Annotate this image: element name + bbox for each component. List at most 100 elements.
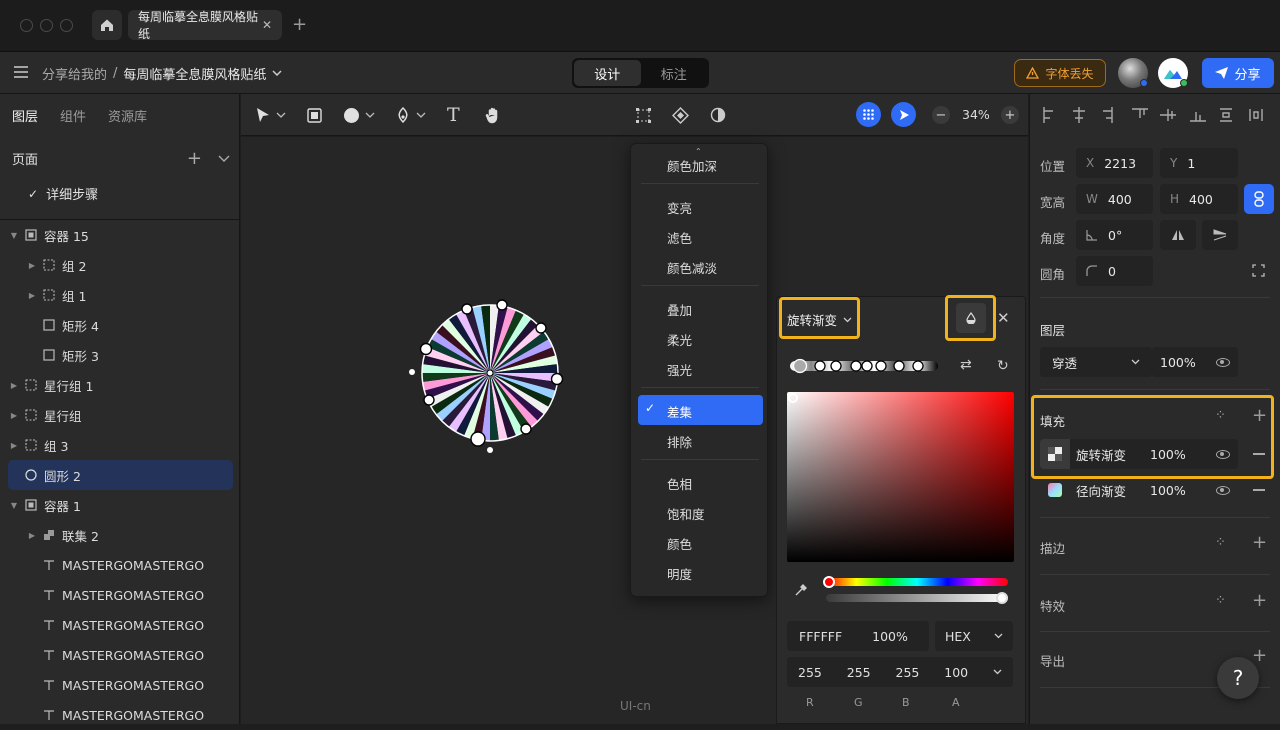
height-value[interactable]: 400 bbox=[1189, 192, 1213, 207]
close-window-icon[interactable] bbox=[20, 19, 33, 32]
layer-row[interactable]: ▶ 星行组 bbox=[0, 400, 240, 430]
constrain-proportions-button[interactable] bbox=[1244, 184, 1274, 214]
document-tab[interactable]: 每周临摹全息膜风格贴纸 ✕ bbox=[128, 10, 282, 41]
swap-stops-icon[interactable]: ⇄ bbox=[960, 357, 972, 373]
remove-fill-icon[interactable] bbox=[1253, 489, 1265, 491]
g-value[interactable]: 255 bbox=[847, 665, 871, 680]
y-value[interactable]: 1 bbox=[1187, 156, 1195, 171]
fill-row[interactable]: 旋转渐变 100% bbox=[1040, 439, 1238, 469]
tab-design[interactable]: 设计 bbox=[574, 60, 641, 86]
layer-row[interactable]: 圆形 2 bbox=[8, 460, 233, 490]
mask-icon[interactable] bbox=[710, 104, 726, 126]
eyedropper-icon[interactable] bbox=[794, 583, 808, 597]
blend-option[interactable]: 柔光 bbox=[667, 330, 692, 349]
font-missing-button[interactable]: 字体丢失 bbox=[1014, 59, 1106, 87]
eye-icon[interactable] bbox=[1216, 358, 1230, 367]
minimize-window-icon[interactable] bbox=[40, 19, 53, 32]
layer-row[interactable]: 矩形 3 bbox=[0, 340, 240, 370]
layer-opacity-value[interactable]: 100% bbox=[1160, 355, 1196, 370]
layer-row[interactable]: ▶ 组 3 bbox=[0, 430, 240, 460]
chevron-down-icon[interactable] bbox=[276, 112, 286, 118]
add-effect-icon[interactable]: + bbox=[1252, 590, 1267, 611]
layer-row[interactable]: MASTERGOMASTERGO bbox=[0, 700, 240, 730]
fill-swatch[interactable] bbox=[1048, 483, 1062, 497]
zoom-in-button[interactable]: + bbox=[1001, 106, 1019, 124]
fill-swatch[interactable] bbox=[1040, 439, 1070, 469]
blend-option[interactable]: 颜色 bbox=[667, 534, 692, 553]
chevron-down-icon[interactable] bbox=[365, 112, 375, 118]
page-item[interactable]: ✓ 详细步骤 bbox=[28, 184, 98, 204]
rotate-gradient-icon[interactable]: ↻ bbox=[997, 358, 1009, 374]
blend-option[interactable]: 色相 bbox=[667, 474, 692, 493]
blend-option-selected[interactable] bbox=[638, 395, 763, 425]
tab-annotate[interactable]: 标注 bbox=[641, 60, 708, 86]
remove-fill-icon[interactable] bbox=[1253, 453, 1265, 455]
blend-option[interactable]: 滤色 bbox=[667, 228, 692, 247]
selected-circle-shape[interactable] bbox=[405, 296, 570, 461]
corner-radius-value[interactable]: 0 bbox=[1108, 264, 1116, 279]
hand-tool-icon[interactable] bbox=[485, 104, 501, 126]
gradient-type-select[interactable]: 旋转渐变 bbox=[787, 310, 852, 329]
help-button[interactable]: ? bbox=[1217, 657, 1259, 699]
a-value[interactable]: 100 bbox=[944, 665, 968, 680]
component-icon[interactable] bbox=[672, 104, 689, 126]
blend-option[interactable]: 明度 bbox=[667, 564, 692, 583]
hex-value[interactable]: FFFFFF bbox=[799, 629, 842, 644]
breadcrumb-document[interactable]: 每周临摹全息膜风格贴纸 bbox=[123, 64, 266, 83]
align-toolbar[interactable] bbox=[1040, 106, 1272, 124]
shape-tool[interactable] bbox=[344, 104, 375, 126]
add-stroke-icon[interactable]: + bbox=[1252, 532, 1267, 553]
alpha-slider-handle[interactable] bbox=[996, 592, 1008, 604]
tab-layers[interactable]: 图层 bbox=[12, 106, 38, 125]
b-value[interactable]: 255 bbox=[896, 665, 920, 680]
expand-right-icon[interactable]: ▶ bbox=[8, 381, 20, 390]
y-field[interactable]: Y1 bbox=[1160, 148, 1238, 178]
collapse-pages-icon[interactable] bbox=[218, 155, 230, 162]
fill-styles-icon[interactable]: ⁘ bbox=[1215, 408, 1226, 423]
chevron-down-icon[interactable] bbox=[993, 669, 1002, 675]
x-field[interactable]: X 2213 bbox=[1076, 148, 1153, 178]
expand-down-icon[interactable]: ▼ bbox=[8, 501, 20, 510]
scroll-up-icon[interactable]: ⌃ bbox=[695, 147, 702, 156]
layer-row[interactable]: 矩形 4 bbox=[0, 310, 240, 340]
expand-right-icon[interactable]: ▶ bbox=[26, 531, 38, 540]
independent-corners-icon[interactable] bbox=[1252, 264, 1265, 277]
fill-opacity[interactable]: 100% bbox=[1150, 447, 1186, 462]
blend-option[interactable]: 差集 bbox=[667, 402, 692, 421]
pen-tool[interactable] bbox=[396, 104, 426, 126]
width-value[interactable]: 400 bbox=[1108, 192, 1132, 207]
hue-slider[interactable] bbox=[826, 578, 1008, 586]
opacity-value[interactable]: 100% bbox=[872, 629, 908, 644]
gradient-stops[interactable] bbox=[786, 358, 936, 374]
menu-icon[interactable] bbox=[14, 66, 28, 78]
layer-row[interactable]: ▶ 组 2 bbox=[0, 250, 240, 280]
maximize-window-icon[interactable] bbox=[60, 19, 73, 32]
close-picker-icon[interactable]: ✕ bbox=[997, 309, 1010, 327]
rgba-fields[interactable]: 255 255 255 100 bbox=[787, 657, 1013, 687]
expand-right-icon[interactable]: ▶ bbox=[26, 261, 38, 270]
flip-horizontal-button[interactable] bbox=[1160, 220, 1196, 250]
blend-option[interactable]: 颜色加深 bbox=[667, 156, 717, 175]
effect-styles-icon[interactable]: ⁘ bbox=[1215, 593, 1226, 608]
expand-down-icon[interactable]: ▼ bbox=[8, 231, 20, 240]
blend-option[interactable]: 饱和度 bbox=[667, 504, 705, 523]
blend-option[interactable]: 强光 bbox=[667, 360, 692, 379]
expand-right-icon[interactable]: ▶ bbox=[8, 411, 20, 420]
r-value[interactable]: 255 bbox=[798, 665, 822, 680]
share-button[interactable]: 分享 bbox=[1202, 58, 1274, 88]
color-handle[interactable] bbox=[788, 393, 798, 403]
home-tab[interactable] bbox=[92, 10, 122, 40]
alpha-slider[interactable] bbox=[826, 594, 1008, 602]
layer-row[interactable]: ▶ 星行组 1 bbox=[0, 370, 240, 400]
move-tool[interactable] bbox=[256, 104, 286, 126]
saturation-value-area[interactable] bbox=[787, 392, 1014, 562]
prototype-play-button[interactable] bbox=[891, 102, 916, 127]
angle-field[interactable]: 0° bbox=[1076, 220, 1153, 250]
flip-vertical-button[interactable] bbox=[1202, 220, 1238, 250]
close-tab-icon[interactable]: ✕ bbox=[262, 18, 272, 32]
hex-field[interactable]: FFFFFF 100% bbox=[787, 621, 929, 651]
layer-row[interactable]: MASTERGOMASTERGO bbox=[0, 640, 240, 670]
expand-right-icon[interactable]: ▶ bbox=[26, 291, 38, 300]
tab-assets[interactable]: 资源库 bbox=[108, 106, 147, 125]
eye-icon[interactable] bbox=[1216, 486, 1230, 495]
